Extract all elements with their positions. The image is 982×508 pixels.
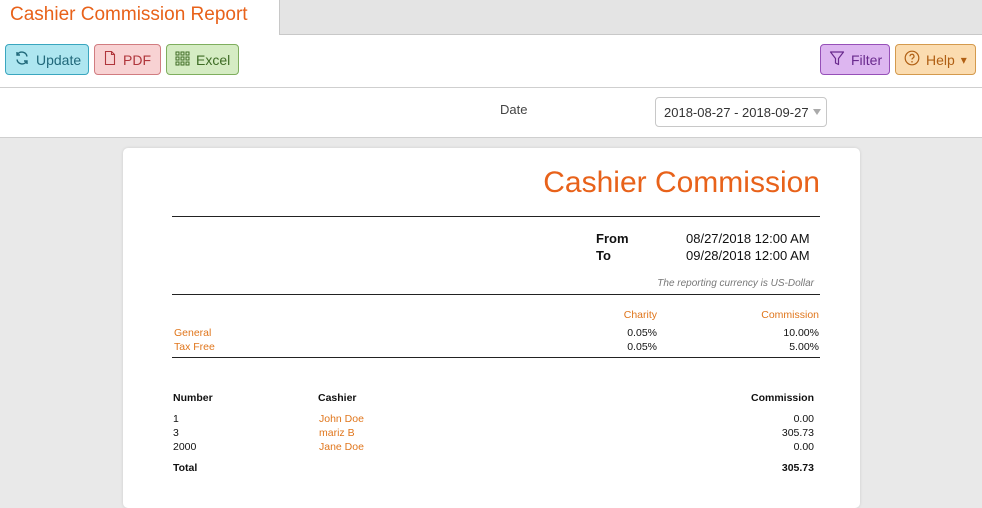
- pdf-button[interactable]: PDF: [94, 44, 161, 75]
- grid-icon: [175, 51, 190, 69]
- from-value: 08/27/2018 12:00 AM: [686, 231, 810, 246]
- rate-row-commission: 10.00%: [783, 327, 819, 339]
- to-value: 09/28/2018 12:00 AM: [686, 248, 810, 263]
- excel-button[interactable]: Excel: [166, 44, 239, 75]
- update-button[interactable]: Update: [5, 44, 89, 75]
- from-label: From: [596, 231, 629, 246]
- rate-row-name: Tax Free: [174, 341, 215, 353]
- date-range-value: 2018-08-27 - 2018-09-27: [664, 104, 809, 120]
- divider: [172, 357, 820, 358]
- help-button[interactable]: Help ▾: [895, 44, 976, 75]
- chevron-down-icon: ▾: [960, 52, 967, 67]
- refresh-icon: [14, 50, 30, 69]
- report-title: Cashier Commission: [543, 166, 820, 199]
- table-row-cashier[interactable]: John Doe: [319, 413, 364, 425]
- table-row-commission: 0.00: [793, 413, 814, 425]
- rates-header-commission: Commission: [761, 309, 819, 321]
- table-row-number: 3: [173, 427, 179, 439]
- divider: [172, 294, 820, 295]
- update-label: Update: [36, 51, 82, 68]
- pdf-label: PDF: [123, 51, 151, 68]
- total-label: Total: [173, 462, 198, 474]
- rate-row-name: General: [174, 327, 212, 339]
- excel-label: Excel: [196, 51, 231, 68]
- question-circle-icon: [904, 50, 920, 69]
- column-header-number: Number: [173, 392, 213, 404]
- currency-note: The reporting currency is US-Dollar: [657, 278, 814, 289]
- to-label: To: [596, 248, 611, 263]
- table-row-number: 1: [173, 413, 179, 425]
- total-value: 305.73: [781, 462, 814, 474]
- table-row-commission: 0.00: [793, 441, 814, 453]
- chevron-down-icon: [813, 109, 821, 115]
- table-row-cashier[interactable]: Jane Doe: [319, 441, 364, 453]
- table-row-commission: 305.73: [781, 427, 814, 439]
- filter-label: Filter: [851, 51, 883, 68]
- rates-header-charity: Charity: [623, 309, 657, 321]
- date-range-select[interactable]: 2018-08-27 - 2018-09-27: [655, 97, 827, 127]
- table-row-number: 2000: [173, 441, 197, 453]
- filter-row: [0, 88, 982, 138]
- column-header-cashier: Cashier: [318, 392, 357, 404]
- rate-row-charity: 0.05%: [627, 327, 657, 339]
- column-header-commission: Commission: [750, 392, 814, 404]
- funnel-icon: [829, 50, 845, 69]
- date-label: Date: [500, 102, 528, 117]
- divider: [172, 216, 820, 217]
- tab-title: Cashier Commission Report: [10, 4, 248, 25]
- rate-row-commission: 5.00%: [789, 341, 819, 353]
- help-label: Help: [926, 51, 955, 68]
- filter-button[interactable]: Filter: [820, 44, 890, 75]
- table-row-cashier[interactable]: mariz B: [319, 427, 355, 439]
- rate-row-charity: 0.05%: [627, 341, 657, 353]
- document-icon: [103, 50, 117, 69]
